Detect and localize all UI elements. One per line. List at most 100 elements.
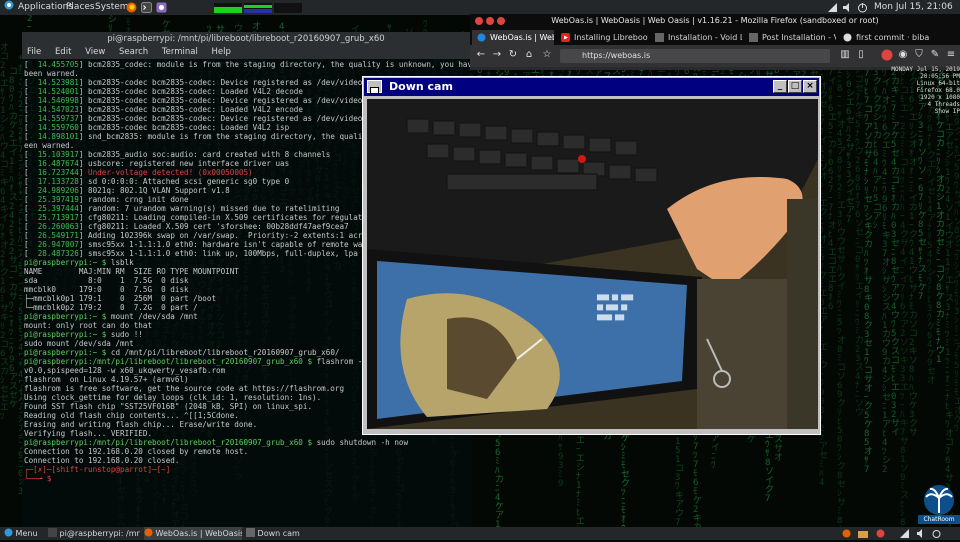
log-timestamp: 25.397444 — [37, 204, 79, 213]
sysinfo-line: 1920 x 1080 — [920, 94, 960, 101]
url-bar[interactable]: https://weboas.is — [560, 49, 830, 63]
shell-command: sudo !! — [110, 330, 143, 339]
bookmark-icon[interactable]: ☆ — [540, 48, 554, 62]
back-arrow-icon[interactable]: ← — [474, 48, 488, 62]
system-info-panel: MONDAY Jul 15, 2019 20:05:56 PM Linux 64-b… — [880, 66, 960, 115]
close-icon[interactable] — [475, 17, 483, 25]
sysinfo-line: MONDAY Jul 15, 2019 — [891, 66, 960, 73]
log-timestamp: 14.559760 — [37, 123, 79, 132]
tray-firefox-icon[interactable] — [842, 529, 851, 542]
menu-places[interactable]: Places — [66, 0, 95, 15]
tray-volume-icon[interactable] — [916, 529, 925, 542]
cpu-graph — [214, 3, 304, 19]
sysinfo-line: 4 Threads — [927, 101, 960, 108]
firefox-launcher-icon[interactable] — [126, 2, 137, 19]
shell-prompt: pi@raspberrypi:/mnt/pi/libreboot/librebo… — [24, 438, 317, 447]
close-icon[interactable]: × — [803, 80, 817, 93]
tray-power-icon[interactable] — [932, 529, 941, 542]
down-cam-title: Down cam — [389, 80, 453, 93]
terminal-menu-terminal[interactable]: Terminal — [162, 47, 198, 57]
extension-icon[interactable] — [880, 48, 894, 62]
log-message: een warned. — [24, 141, 75, 150]
shell-output: Connection to 192.168.0.20 closed by rem… — [24, 447, 249, 456]
log-message: sd 0:0:0:0: Attached scsi generic sg0 ty… — [88, 177, 290, 186]
shell-output: mount: only root can do that — [24, 321, 153, 330]
tab-void-post-installation[interactable]: Post Installation - Void — [744, 30, 836, 45]
log-message: bcm2835_codec: module is from the stagin… — [88, 60, 470, 69]
terminal-icon — [48, 528, 57, 537]
firefox-titlebar[interactable]: WebOas.is | WebOasis | Web Oasis | v1.16… — [470, 14, 960, 28]
task-down-cam[interactable]: Down cam — [246, 527, 316, 540]
terminal-line: ┌─[✗]─[shift-runstop@parrot]─[~] — [24, 465, 470, 474]
tab-void-installation[interactable]: Installation - Void Linu — [650, 30, 742, 45]
shell-output: NAME MAJ:MIN RM SIZE RO TYPE MOUNTPOINT — [24, 267, 239, 276]
log-timestamp: 14.546998 — [37, 96, 79, 105]
terminal-launcher-icon[interactable] — [141, 2, 152, 19]
shell-command: cd /mnt/pi/libreboot/libreboot_r20160907… — [110, 348, 340, 357]
log-timestamp: 14.898101 — [37, 132, 79, 141]
shell-output: flashrom on Linux 4.19.57+ (armv6l) — [24, 375, 189, 384]
shell-prompt: pi@raspberrypi:~ $ — [24, 312, 111, 321]
shell-command: flashrom -p — [316, 357, 367, 366]
app-launcher-icon[interactable] — [156, 2, 167, 19]
addon-icon-2[interactable]: ⛉ — [912, 48, 926, 62]
shell-output: Erasing and writing flash chip... Erase/… — [24, 420, 258, 429]
sidebar-icon[interactable]: ▯ — [854, 48, 868, 62]
reload-icon[interactable]: ↻ — [506, 48, 520, 62]
log-message: Adding 102396k swap on /var/swap. Priori… — [88, 231, 363, 240]
library-icon[interactable]: ▥ — [838, 48, 852, 62]
terminal-menu-file[interactable]: File — [27, 47, 41, 57]
parrot-prompt: ┌─[✗]─[shift-runstop@parrot]─[~] — [24, 465, 171, 474]
shell-prompt: pi@raspberrypi:~ $ — [24, 258, 111, 267]
terminal-menu-search[interactable]: Search — [119, 47, 148, 57]
tab-weboasis[interactable]: WebOas.is | WebO — [472, 30, 554, 45]
log-message: Under-voltage detected! (0x00050005) — [88, 168, 253, 177]
tray-network-icon[interactable] — [900, 529, 909, 542]
window-menu-icon[interactable] — [367, 80, 382, 94]
applications-icon[interactable] — [4, 0, 14, 15]
log-message: usbcore: registered new interface driver… — [88, 159, 290, 168]
svg-text:████ ██ ████: ████ ██ ████ — [596, 294, 634, 301]
menu-button[interactable]: Menu — [4, 527, 38, 540]
home-icon[interactable]: ⌂ — [522, 48, 536, 62]
log-timestamp: 14.523981 — [37, 78, 79, 87]
task-firefox[interactable]: WebOas.is | WebOasis ... — [144, 527, 242, 540]
terminal-menu-view[interactable]: View — [85, 47, 105, 57]
log-message: bcm2835-codec bcm2835-codec: Device regi… — [88, 78, 363, 87]
log-message: smsc95xx 1-1.1:1.0 eth0: hardware isn't … — [88, 240, 363, 249]
terminal-title[interactable]: pi@raspberrypi: /mnt/pi/libreboot/libreb… — [22, 32, 470, 46]
shell-output: Connection to 192.168.0.20 closed. — [24, 456, 180, 465]
log-timestamp: 16.487674 — [37, 159, 79, 168]
log-message: 8021q: 802.1Q VLAN Support v1.8 — [88, 186, 230, 195]
minimize-icon[interactable] — [486, 17, 494, 25]
chatroom-widget[interactable]: ChatRoom — [918, 483, 960, 525]
maximize-icon[interactable]: □ — [788, 80, 802, 93]
menu-system[interactable]: System — [95, 0, 129, 15]
shell-prompt: pi@raspberrypi:~ $ — [24, 330, 111, 339]
tray-browser-icon[interactable] — [876, 529, 885, 542]
tab-installing-libreboot[interactable]: Installing Libreboot — [556, 30, 648, 45]
shell-command: lsblk — [110, 258, 134, 267]
clock[interactable]: Mon Jul 15, 21:06 — [874, 0, 953, 15]
minimize-icon[interactable]: _ — [773, 80, 787, 93]
shell-command: sudo shutdown -h now — [316, 438, 409, 447]
log-message: been warned. — [24, 69, 79, 78]
terminal-menu-help[interactable]: Help — [212, 47, 231, 57]
shell-output: ├─mmcblk0p1 179:1 0 256M 0 part /boot — [24, 294, 217, 303]
addon-icon-3[interactable]: ✎ — [928, 48, 942, 62]
terminal-menu-edit[interactable]: Edit — [55, 47, 71, 57]
tab-first-commit[interactable]: first commit · bibanon — [838, 30, 930, 45]
shell-output: sudo mount /dev/sda /mnt — [24, 339, 134, 348]
task-terminal[interactable]: pi@raspberrypi: /mnt/pi... — [48, 527, 140, 540]
hamburger-menu-icon[interactable]: ≡ — [944, 48, 958, 62]
tray-folder-icon[interactable] — [858, 529, 868, 542]
log-message: cfg80211: Loaded X.509 cert 'sforshee: 0… — [88, 222, 349, 231]
chatroom-label: ChatRoom — [918, 515, 960, 524]
log-message: bcm2835-codec bcm2835-codec: Loaded V4L2… — [88, 105, 303, 114]
addon-icon[interactable]: ◉ — [896, 48, 910, 62]
menu-applications[interactable]: Applications — [18, 0, 73, 15]
forward-arrow-icon[interactable]: → — [490, 48, 504, 62]
terminal-line: pi@raspberrypi:/mnt/pi/libreboot/librebo… — [24, 438, 470, 447]
maximize-icon[interactable] — [497, 17, 505, 25]
log-timestamp: 16.723744 — [37, 168, 79, 177]
